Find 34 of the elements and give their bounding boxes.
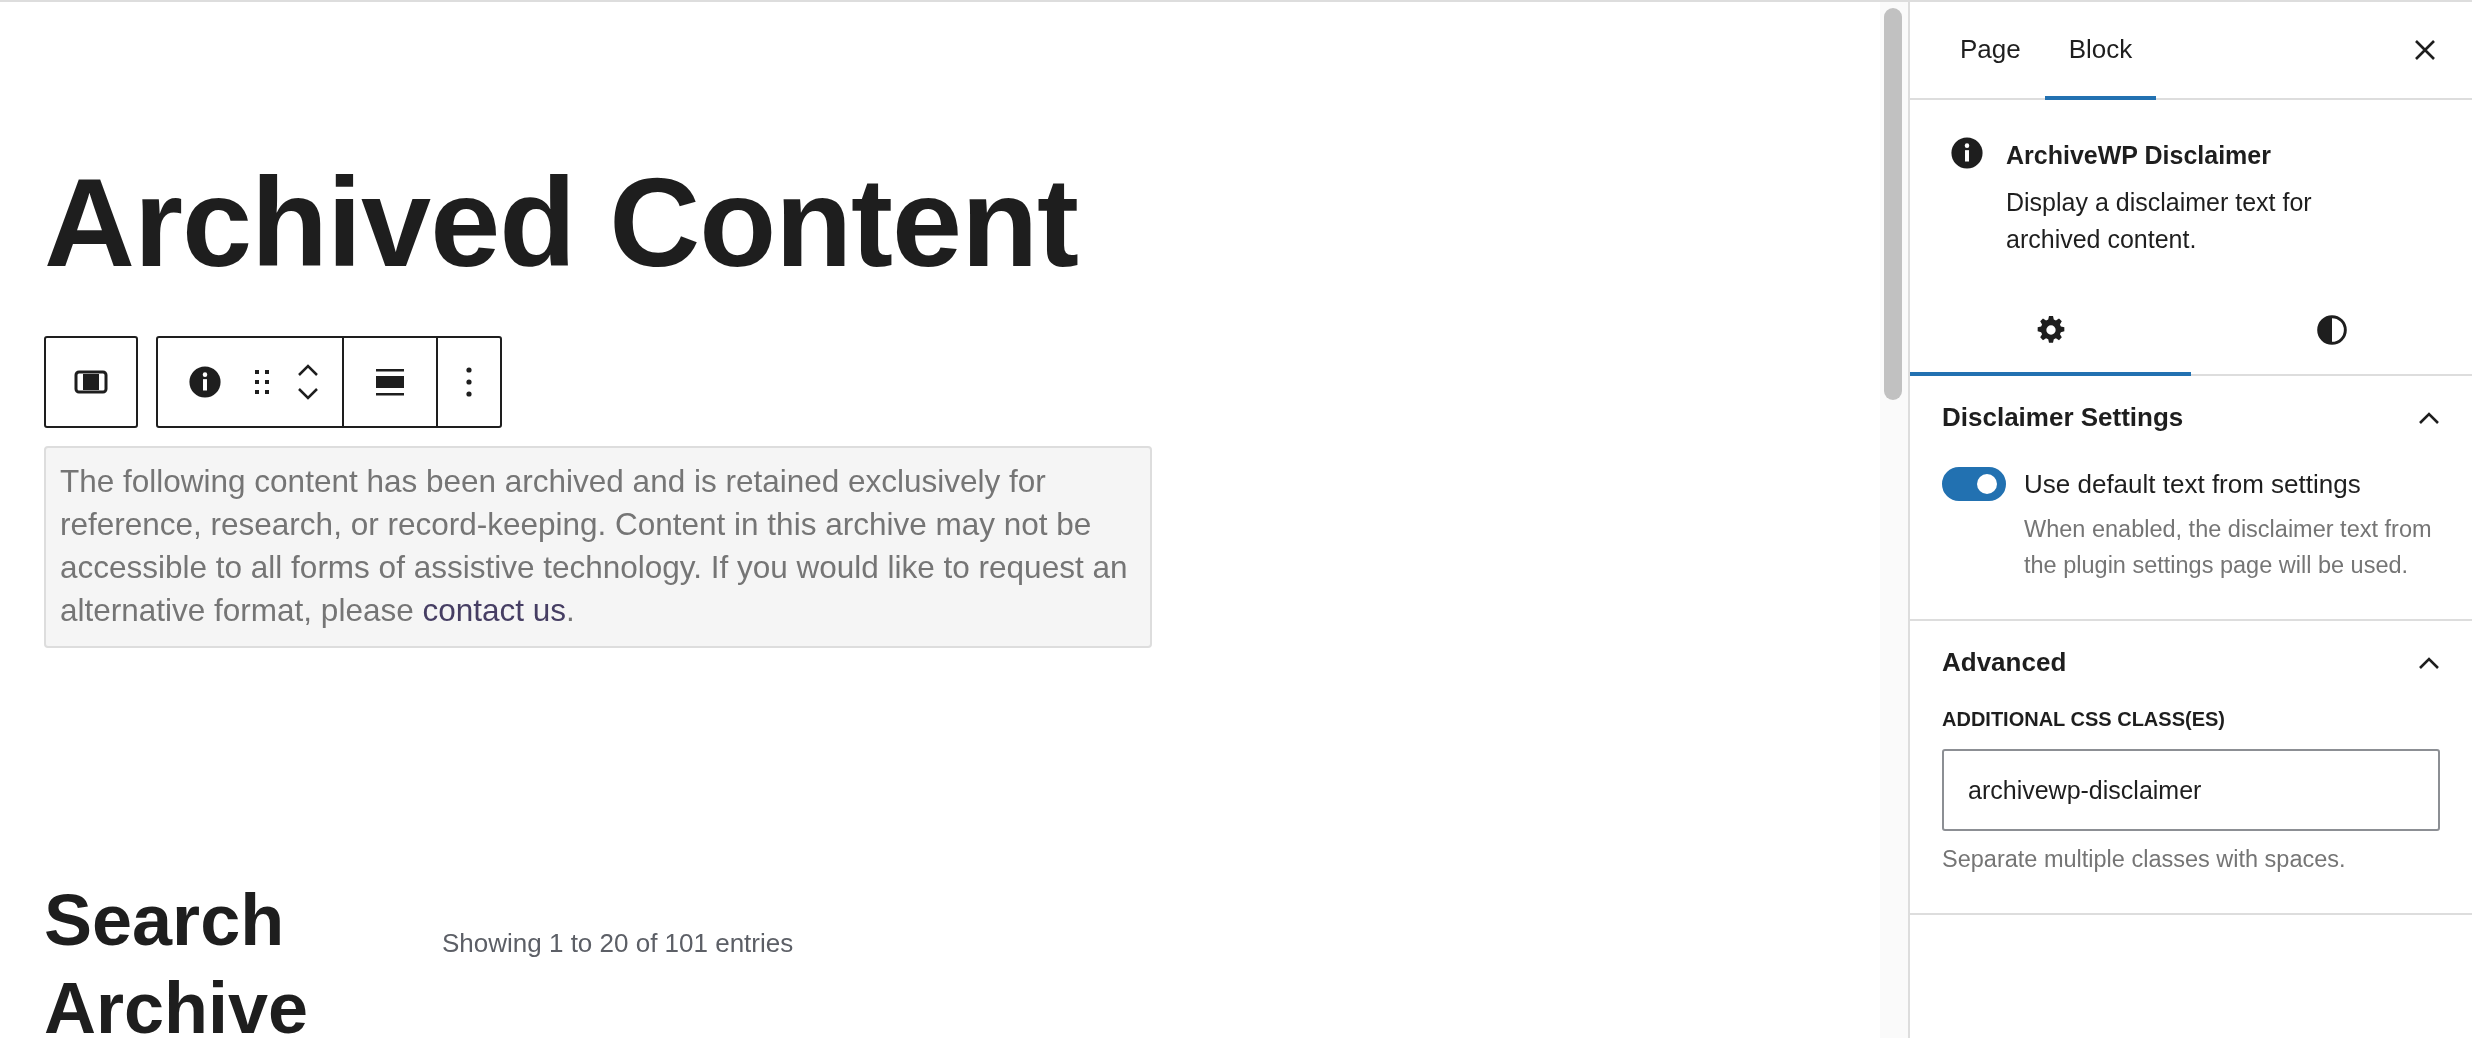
css-class-field[interactable]: archivewp-disclaimer <box>1942 749 2440 831</box>
drag-icon <box>254 368 270 396</box>
help-text: When enabled, the disclaimer text from the plugin settings page will be used. <box>2023 515 2433 580</box>
chevron-up-icon <box>2418 410 2440 425</box>
toggle-label: Use default text from settings <box>2024 468 2361 500</box>
scrollbar-thumb[interactable] <box>1884 8 1902 400</box>
scrollbar[interactable] <box>1880 2 1910 1038</box>
section-heading: Search Archive <box>44 879 310 1038</box>
block-description: Display a disclaimer text for archived content. <box>2006 187 2313 255</box>
disclaimer-text: The following content has been archived and is retained exclusively for reference, research, or record-keeping. Content in this archive may not be accessible to all forms of assistive technology. If you would like to request an alternative format, please contact us. <box>44 446 1152 648</box>
chevron-down-icon <box>296 387 320 401</box>
info-icon <box>188 365 222 399</box>
contrast-icon <box>2315 314 2348 346</box>
entries-info: Showing 1 to 20 of 101 entries <box>442 928 794 959</box>
move-up-button[interactable] <box>296 363 320 377</box>
chevron-up-icon <box>296 363 320 377</box>
sidebar-tab[interactable]: Block <box>2044 2 2157 100</box>
field-label: ADDITIONAL CSS CLASS(ES) <box>1942 708 2226 731</box>
sidebar-tab[interactable]: Page <box>1936 2 2045 100</box>
panel-header[interactable]: Disclaimer Settings <box>1942 376 2440 455</box>
close-icon <box>2414 39 2436 61</box>
move-down-button[interactable] <box>296 387 320 401</box>
contact-link[interactable]: contact us <box>422 592 567 628</box>
page-title: Archived Content <box>44 160 1080 286</box>
align-button[interactable] <box>342 338 438 426</box>
help-text: Separate multiple classes with spaces. <box>1942 845 2347 874</box>
block-name: ArchiveWP Disclaimer <box>2006 140 2272 171</box>
block-icon <box>74 370 108 394</box>
align-icon <box>375 367 405 397</box>
toggle-switch[interactable] <box>1942 467 2006 501</box>
info-icon <box>1950 136 1984 170</box>
panel-header[interactable]: Advanced <box>1942 621 2440 700</box>
more-icon <box>466 367 472 397</box>
chevron-up-icon <box>2418 655 2440 670</box>
